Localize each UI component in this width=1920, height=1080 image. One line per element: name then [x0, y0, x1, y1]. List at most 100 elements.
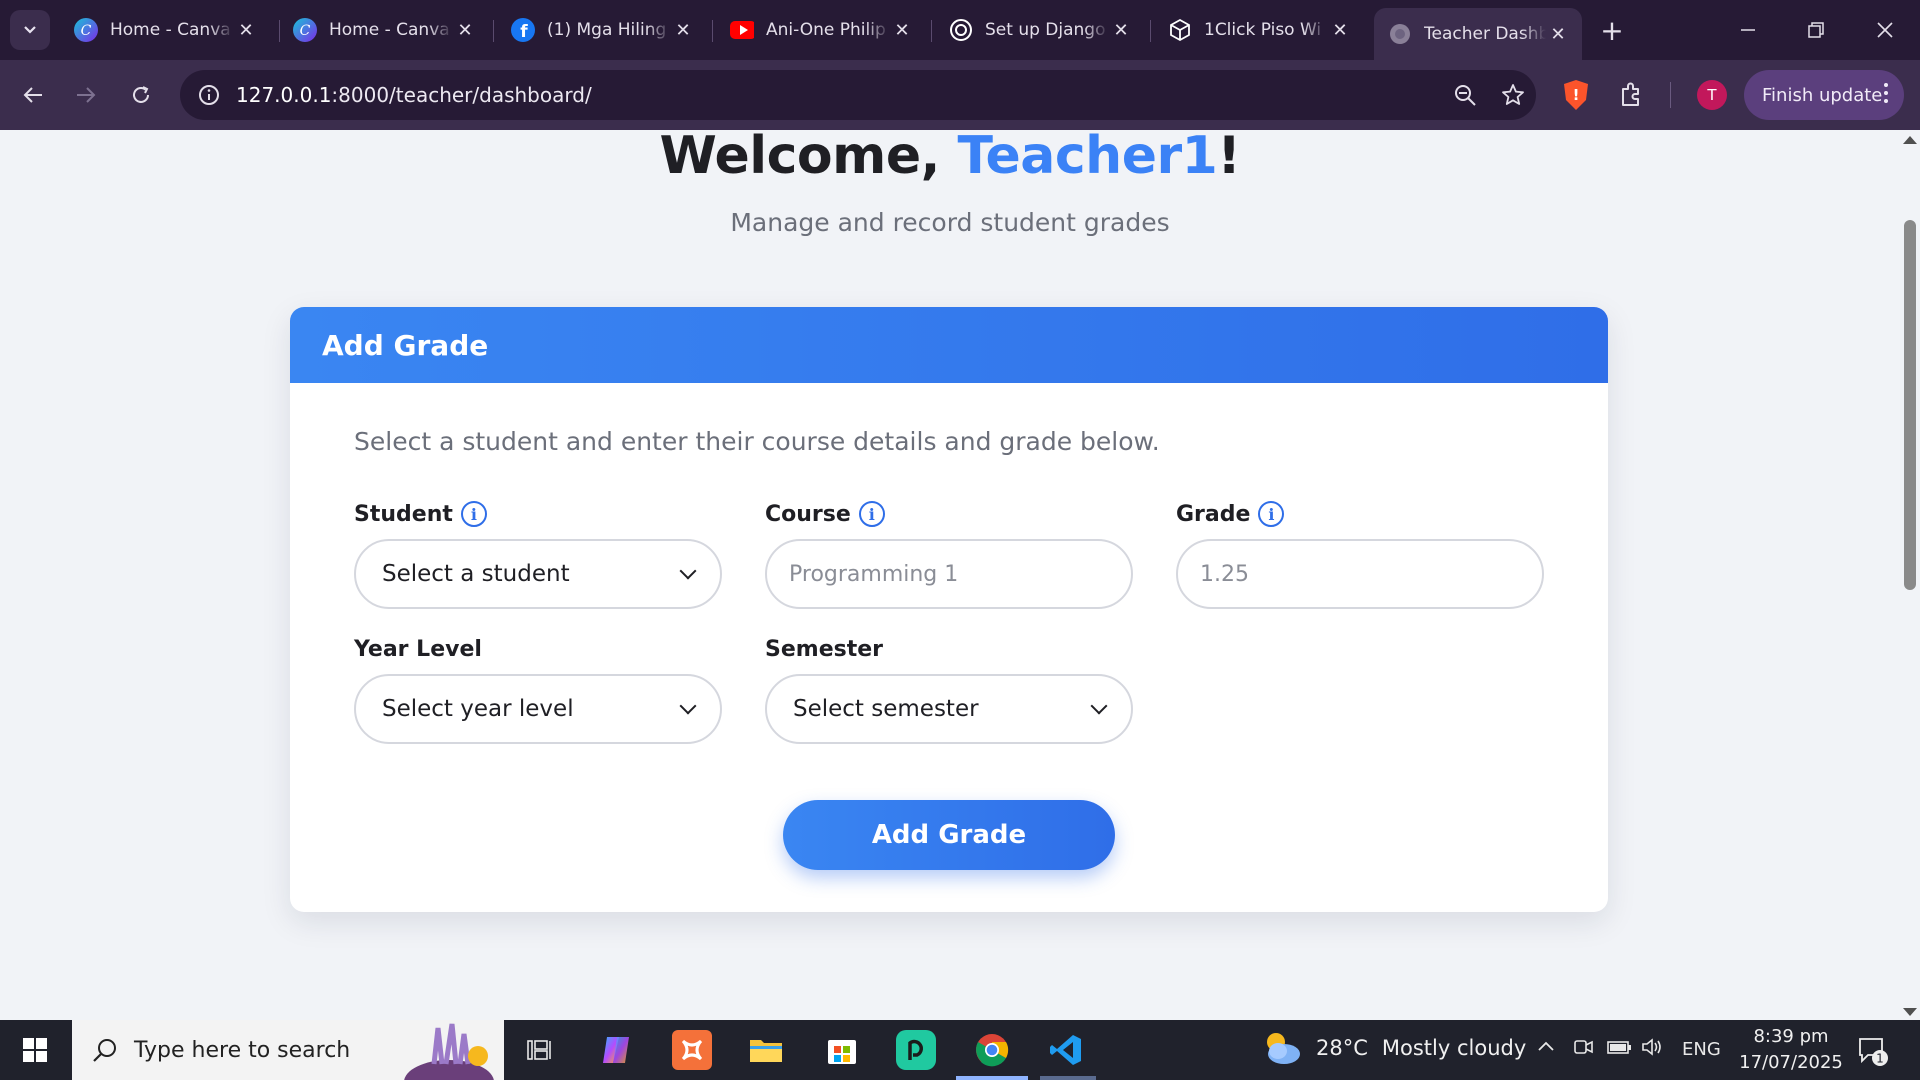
- clock-date: 17/07/2025: [1739, 1052, 1843, 1073]
- weather-widget[interactable]: 28°C Mostly cloudy: [1262, 1030, 1526, 1066]
- page-subtitle: Manage and record student grades: [730, 208, 1170, 237]
- scroll-up-icon[interactable]: [1903, 136, 1917, 144]
- scroll-down-icon[interactable]: [1903, 1008, 1917, 1016]
- tab-title: Ani-One Philip: [766, 20, 886, 40]
- start-button[interactable]: [0, 1020, 70, 1080]
- address-bar[interactable]: 127.0.0.1:8000/teacher/dashboard/: [180, 70, 1536, 120]
- tab-search-menu-button[interactable]: [10, 10, 50, 50]
- browser-tab[interactable]: C Home - Canva ✕: [60, 8, 270, 52]
- semester-field: Semester Select semester: [765, 634, 1133, 744]
- card-header: Add Grade: [290, 307, 1608, 383]
- tab-title: (1) Mga Hiling: [547, 20, 667, 40]
- restore-button[interactable]: [1783, 0, 1849, 60]
- course-input[interactable]: Programming 1: [765, 539, 1133, 609]
- info-icon[interactable]: i: [858, 501, 885, 527]
- site-info-icon[interactable]: [194, 80, 224, 110]
- grade-input[interactable]: 1.25: [1176, 539, 1544, 609]
- globe-icon: [1388, 22, 1412, 46]
- youtube-icon: [730, 18, 754, 42]
- pycharm-edu-icon[interactable]: [896, 1030, 936, 1070]
- card-title: Add Grade: [322, 328, 489, 362]
- partly-cloudy-icon: [1267, 1033, 1300, 1064]
- close-icon[interactable]: ✕: [890, 18, 914, 42]
- copilot-icon[interactable]: [596, 1030, 636, 1070]
- arrow-left-icon: [23, 87, 42, 103]
- close-window-button[interactable]: [1852, 0, 1918, 60]
- profile-avatar[interactable]: T: [1697, 80, 1727, 110]
- notification-center-icon[interactable]: 1: [1856, 1034, 1888, 1066]
- taskbar-search[interactable]: Type here to search: [72, 1020, 504, 1080]
- clock-time: 8:39 pm: [1753, 1026, 1829, 1047]
- year-level-select[interactable]: Select year level: [354, 674, 722, 744]
- brave-shield-icon[interactable]: !: [1560, 78, 1592, 112]
- close-icon[interactable]: ✕: [1109, 18, 1133, 42]
- student-field: Student i Select a student: [354, 499, 722, 609]
- close-icon[interactable]: ✕: [453, 18, 477, 42]
- finish-update-button[interactable]: Finish update: [1744, 70, 1904, 120]
- svg-text:C: C: [81, 23, 92, 39]
- minimize-button[interactable]: [1715, 0, 1781, 60]
- semester-select[interactable]: Select semester: [765, 674, 1133, 744]
- close-icon[interactable]: ✕: [234, 18, 258, 42]
- xampp-icon[interactable]: [672, 1030, 712, 1070]
- chevron-down-icon: [679, 697, 697, 715]
- language-indicator[interactable]: ENG: [1682, 1039, 1721, 1060]
- active-app-indicator: [956, 1076, 1028, 1080]
- package-icon: [1168, 18, 1192, 42]
- close-icon: [1877, 22, 1893, 38]
- bookmark-star-icon[interactable]: [1496, 78, 1530, 112]
- forward-button[interactable]: [68, 77, 104, 113]
- chevron-down-icon: [1090, 697, 1108, 715]
- course-field: Course i Programming 1: [765, 499, 1133, 609]
- vscode-icon[interactable]: [1046, 1030, 1086, 1070]
- reload-icon: [133, 86, 149, 103]
- clock[interactable]: 8:39 pm 17/07/2025: [1736, 1024, 1846, 1076]
- canva-icon: C: [74, 18, 98, 42]
- new-tab-button[interactable]: +: [1594, 12, 1630, 48]
- browser-tab[interactable]: Set up Django ✕: [935, 8, 1145, 52]
- extensions-icon[interactable]: [1614, 78, 1648, 112]
- chevron-up-icon[interactable]: [1536, 1036, 1556, 1061]
- browser-tab[interactable]: C Home - Canva ✕: [279, 8, 489, 52]
- meet-now-icon[interactable]: [1572, 1036, 1594, 1063]
- file-explorer-icon[interactable]: [746, 1030, 786, 1070]
- volume-icon[interactable]: [1640, 1036, 1666, 1063]
- tab-title: Set up Django: [985, 20, 1106, 40]
- windows-logo-icon: [23, 1038, 47, 1062]
- browser-tab-active[interactable]: Teacher Dashb ✕: [1374, 8, 1582, 60]
- facebook-icon: f: [511, 18, 535, 42]
- info-icon[interactable]: i: [460, 501, 487, 527]
- back-button[interactable]: [15, 77, 51, 113]
- info-icon[interactable]: i: [1258, 501, 1285, 527]
- tab-title: Home - Canva: [329, 20, 450, 40]
- reload-button[interactable]: [123, 77, 159, 113]
- teacher-name: Teacher1: [957, 130, 1218, 186]
- open-app-indicator: [1040, 1076, 1096, 1080]
- browser-tab[interactable]: Ani-One Philip ✕: [716, 8, 926, 52]
- browser-tab[interactable]: f (1) Mga Hiling ✕: [497, 8, 707, 52]
- close-icon[interactable]: ✕: [671, 18, 695, 42]
- task-view-icon[interactable]: [520, 1030, 560, 1070]
- page-viewport: Welcome, Teacher1! Manage and record stu…: [0, 130, 1900, 1020]
- chrome-icon[interactable]: [972, 1030, 1012, 1070]
- svg-text:!: !: [1573, 86, 1580, 104]
- page-scrollbar[interactable]: [1900, 130, 1920, 1020]
- grade-label: Grade: [1176, 501, 1251, 527]
- tab-title: Teacher Dashb: [1424, 24, 1546, 44]
- close-icon[interactable]: ✕: [1546, 22, 1570, 46]
- scrollbar-thumb[interactable]: [1904, 220, 1916, 590]
- student-select[interactable]: Select a student: [354, 539, 722, 609]
- search-highlight-image: [394, 1020, 504, 1080]
- arrow-right-icon: [77, 87, 96, 103]
- add-grade-button[interactable]: Add Grade: [783, 800, 1115, 870]
- browser-tab[interactable]: 1Click Piso Wi ✕: [1154, 8, 1364, 52]
- course-label: Course: [765, 501, 851, 527]
- microsoft-store-icon[interactable]: [822, 1030, 862, 1070]
- close-icon[interactable]: ✕: [1328, 18, 1352, 42]
- plus-icon: +: [1600, 13, 1624, 47]
- browser-toolbar: 127.0.0.1:8000/teacher/dashboard/ ! T Fi…: [0, 60, 1920, 130]
- zoom-icon[interactable]: [1448, 78, 1482, 112]
- battery-icon[interactable]: [1606, 1036, 1632, 1063]
- student-label: Student: [354, 501, 453, 527]
- minimize-icon: [1741, 29, 1755, 31]
